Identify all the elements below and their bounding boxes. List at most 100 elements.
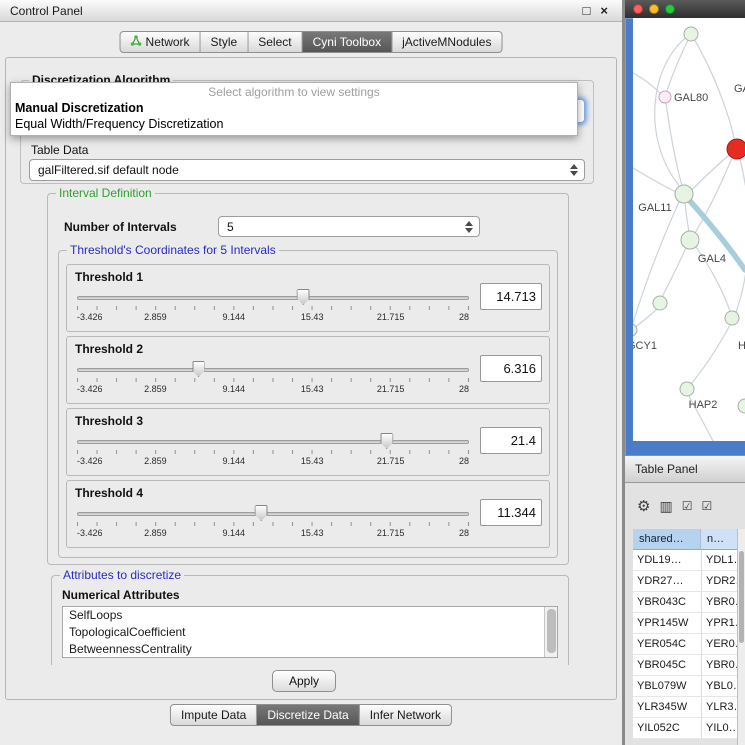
network-node[interactable]	[738, 399, 745, 413]
slider-track[interactable]	[77, 368, 469, 372]
threshold-slider[interactable]: -3.4262.8599.14415.4321.71528	[77, 361, 469, 401]
table-row[interactable]: YPR145WYPR1…	[633, 613, 737, 634]
network-node[interactable]	[681, 231, 699, 249]
table-cell-shared-name[interactable]: YIL052C	[633, 718, 701, 738]
threshold-value-field[interactable]: 11.344	[480, 499, 542, 526]
algorithm-option-manual-discretization[interactable]: Manual Discretization	[11, 100, 577, 116]
table-row[interactable]: YER054CYER0…	[633, 634, 737, 655]
algorithm-option-equal-width-frequency[interactable]: Equal Width/Frequency Discretization	[11, 116, 577, 132]
network-graph[interactable]: GAL80GAGAL11GAL4GCY1HHAP2	[633, 18, 745, 441]
network-edge[interactable]	[691, 325, 730, 384]
traffic-light-minimize[interactable]	[649, 4, 659, 14]
tab-discretize-data[interactable]: Discretize Data	[257, 705, 359, 725]
column-header-name[interactable]: n…	[701, 529, 737, 550]
network-edge[interactable]	[736, 159, 745, 312]
table-cell-name[interactable]: YBR0…	[701, 592, 737, 612]
table-cell-shared-name[interactable]: YDL19…	[633, 550, 701, 570]
threshold-slider[interactable]: -3.4262.8599.14415.4321.71528	[77, 433, 469, 473]
number-of-intervals-select[interactable]: 5	[218, 216, 480, 237]
threshold-value-field[interactable]: 6.316	[480, 355, 542, 382]
network-edge[interactable]	[655, 34, 691, 188]
network-node-selected[interactable]	[727, 139, 745, 159]
tab-cyni-toolbox[interactable]: Cyni Toolbox	[303, 32, 392, 52]
network-edge[interactable]	[692, 155, 729, 190]
network-node[interactable]	[725, 311, 739, 325]
tab-jactivemnodules[interactable]: jActiveMNodules	[392, 32, 501, 52]
table-cell-shared-name[interactable]: YBR043C	[633, 592, 701, 612]
column-layout-icon[interactable]: ▥	[659, 499, 672, 513]
network-edge[interactable]	[685, 203, 689, 232]
table-cell-name[interactable]: YLR3…	[701, 697, 737, 717]
table-cell-name[interactable]: YIL0…	[701, 718, 737, 738]
table-cell-name[interactable]: YBL0…	[701, 676, 737, 696]
network-edge[interactable]	[691, 34, 735, 142]
table-row[interactable]: YLR345WYLR3…	[633, 697, 737, 718]
table-cell-shared-name[interactable]: YDR27…	[633, 571, 701, 591]
column-header-shared-name[interactable]: shared…	[633, 529, 701, 550]
table-row[interactable]: YDR27…YDR2…	[633, 571, 737, 592]
table-cell-shared-name[interactable]: YPR145W	[633, 613, 701, 633]
table-cell-shared-name[interactable]: YBR045C	[633, 655, 701, 675]
table-row[interactable]: YIL052CYIL0…	[633, 718, 737, 739]
network-node[interactable]	[675, 185, 693, 203]
tab-style[interactable]: Style	[201, 32, 249, 52]
tab-impute-data[interactable]: Impute Data	[171, 705, 257, 725]
slider-thumb-icon[interactable]	[297, 289, 310, 305]
table-cell-name[interactable]: YER0…	[701, 634, 737, 654]
table-cell-name[interactable]: YBR0…	[701, 655, 737, 675]
network-node[interactable]	[659, 91, 671, 103]
traffic-light-close[interactable]	[633, 4, 643, 14]
tab-network[interactable]: Network	[121, 32, 201, 52]
table-cell-shared-name[interactable]: YBL079W	[633, 676, 701, 696]
traffic-light-zoom[interactable]	[665, 4, 675, 14]
slider-thumb-icon[interactable]	[192, 361, 205, 377]
threshold-slider[interactable]: -3.4262.8599.14415.4321.71528	[77, 505, 469, 545]
tab-label: Infer Network	[370, 708, 441, 722]
float-window-icon[interactable]: □	[583, 3, 591, 18]
network-node[interactable]	[653, 296, 667, 310]
close-window-icon[interactable]: ×	[600, 3, 608, 18]
table-row[interactable]: YBR043CYBR0…	[633, 592, 737, 613]
network-edge[interactable]	[666, 103, 682, 186]
table-row[interactable]: YDL19…YDL1…	[633, 550, 737, 571]
numerical-attribute-item[interactable]: TopologicalCoefficient	[63, 624, 557, 641]
tab-infer-network[interactable]: Infer Network	[360, 705, 451, 725]
network-edge[interactable]	[667, 34, 691, 91]
threshold-value-field[interactable]: 21.4	[480, 427, 542, 454]
network-node[interactable]	[684, 27, 698, 41]
slider-thumb-icon[interactable]	[380, 433, 393, 449]
threshold-slider[interactable]: -3.4262.8599.14415.4321.71528	[77, 289, 469, 329]
network-canvas[interactable]: GAL80GAGAL11GAL4GCY1HHAP2	[633, 18, 745, 441]
table-cell-name[interactable]: YPR1…	[701, 613, 737, 633]
slider-track[interactable]	[77, 296, 469, 300]
slider-thumb-icon[interactable]	[255, 505, 268, 521]
select-rows-icon[interactable]: ☑	[701, 500, 712, 512]
numerical-attribute-item[interactable]: SelfLoops	[63, 607, 557, 624]
numerical-attribute-item[interactable]: BetweennessCentrality	[63, 641, 557, 658]
scrollbar-thumb[interactable]	[547, 609, 556, 653]
attributes-scrollbar[interactable]	[544, 607, 557, 657]
table-cell-shared-name[interactable]: YLR345W	[633, 697, 701, 717]
network-edge[interactable]	[633, 73, 660, 93]
slider-track[interactable]	[77, 440, 469, 444]
settings-gear-icon[interactable]: ⚙	[637, 499, 650, 514]
select-columns-icon[interactable]: ☑	[682, 500, 693, 512]
network-node[interactable]	[680, 382, 694, 396]
apply-button[interactable]: Apply	[272, 670, 336, 692]
table-cell-shared-name[interactable]: YER054C	[633, 634, 701, 654]
threshold-value-field[interactable]: 14.713	[480, 283, 542, 310]
network-edge[interactable]	[634, 309, 657, 328]
table-cell-name[interactable]: YDR2…	[701, 571, 737, 591]
table-data-select[interactable]: galFiltered.sif default node	[29, 159, 585, 181]
node-attribute-table: shared… n… YDL19…YDL1…YDR27…YDR2…YBR043C…	[633, 529, 737, 739]
scrollbar-thumb[interactable]	[739, 551, 744, 643]
table-row[interactable]: YBL079WYBL0…	[633, 676, 737, 697]
table-cell-name[interactable]: YDL1…	[701, 550, 737, 570]
table-row[interactable]: YBR045CYBR0…	[633, 655, 737, 676]
tab-select[interactable]: Select	[248, 32, 302, 52]
slider-track[interactable]	[77, 512, 469, 516]
table-scrollbar[interactable]	[737, 529, 745, 745]
network-node-label: GCY1	[633, 340, 657, 352]
numerical-attributes-list[interactable]: SelfLoopsTopologicalCoefficientBetweenne…	[62, 606, 558, 658]
network-edge[interactable]	[662, 248, 686, 297]
